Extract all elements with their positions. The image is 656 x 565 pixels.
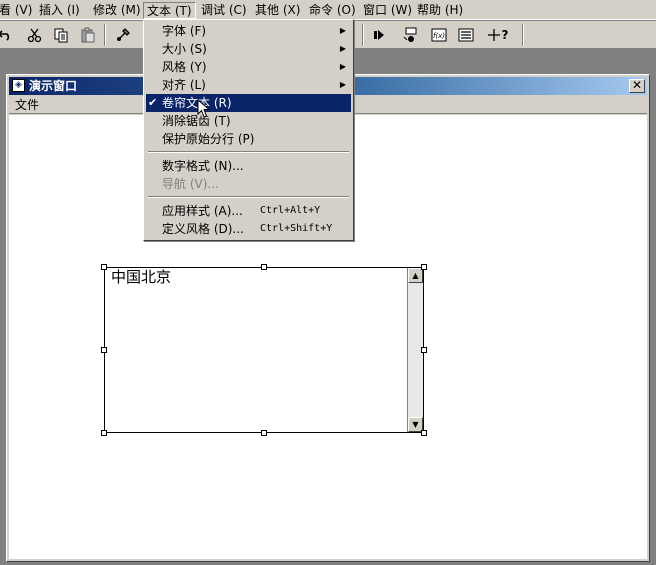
function-icon[interactable]: f(x)	[428, 25, 450, 45]
selection-handle[interactable]	[101, 264, 107, 270]
menu-debug[interactable]: 调试 (C)	[198, 2, 250, 19]
text-menu-dropdown: 字体 (F) ▶ 大小 (S) ▶ 风格 (Y) ▶ 对齐 (L) ▶ ✔ 卷帘…	[143, 19, 354, 241]
selection-handle[interactable]	[261, 430, 267, 436]
selection-handle[interactable]	[261, 264, 267, 270]
menu-item-define-style[interactable]: 定义风格 (D)... Ctrl+Shift+Y	[146, 220, 351, 238]
menu-item-number-format[interactable]: 数字格式 (N)...	[146, 157, 351, 175]
toolbar-separator	[104, 24, 106, 46]
menu-item-style[interactable]: 风格 (Y) ▶	[146, 58, 351, 76]
submenu-arrow-icon: ▶	[339, 62, 346, 71]
menu-separator	[148, 196, 349, 198]
main-menubar: 看 (V) 插入 (I) 修改 (M) 文本 (T) 调试 (C) 其他 (X)…	[0, 0, 656, 20]
menu-text[interactable]: 文本 (T)	[143, 2, 196, 19]
menu-command[interactable]: 命令 (O)	[306, 2, 359, 19]
help-cursor-icon[interactable]: ?	[488, 25, 510, 45]
selection-handle[interactable]	[101, 347, 107, 353]
menu-item-font[interactable]: 字体 (F) ▶	[146, 22, 351, 40]
window-app-icon: ◈	[12, 79, 25, 92]
copy-icon[interactable]	[50, 25, 72, 45]
cut-icon[interactable]	[24, 25, 46, 45]
selection-handle[interactable]	[101, 430, 107, 436]
shortcut-label: Ctrl+Alt+Y	[260, 205, 321, 216]
submenu-arrow-icon: ▶	[339, 26, 346, 35]
svg-text:?: ?	[502, 28, 509, 42]
menu-item-apply-style[interactable]: 应用样式 (A)... Ctrl+Alt+Y	[146, 202, 351, 220]
window-title: 演示窗口	[29, 79, 78, 93]
menu-other[interactable]: 其他 (X)	[252, 2, 303, 19]
close-button[interactable]: ✕	[629, 79, 645, 93]
menu-item-navigate: 导航 (V)...	[162, 177, 219, 191]
text-field-content[interactable]: 中国北京	[111, 268, 171, 286]
menu-item-scrolling-text[interactable]: ✔ 卷帘文本 (R)	[146, 94, 351, 112]
submenu-arrow-icon: ▶	[339, 44, 346, 53]
paste-icon[interactable]	[77, 25, 99, 45]
mouse-cursor-icon	[197, 99, 211, 118]
menu-window[interactable]: 窗口 (W)	[360, 2, 415, 19]
list-icon[interactable]	[455, 25, 477, 45]
menu-help[interactable]: 帮助 (H)	[414, 2, 466, 19]
shortcut-label: Ctrl+Shift+Y	[260, 223, 333, 234]
checkmark-icon: ✔	[148, 96, 158, 109]
trace-icon[interactable]	[400, 25, 422, 45]
menu-insert[interactable]: 插入 (I)	[36, 2, 83, 19]
tool-icon[interactable]	[112, 25, 134, 45]
menu-modify[interactable]: 修改 (M)	[90, 2, 144, 19]
toolbar-separator	[522, 24, 524, 46]
selection-handle[interactable]	[421, 264, 427, 270]
undo-icon[interactable]	[0, 25, 16, 45]
window-menu-file[interactable]: 文件	[15, 97, 39, 113]
menu-separator	[148, 151, 349, 153]
menu-item-align[interactable]: 对齐 (L) ▶	[146, 76, 351, 94]
submenu-arrow-icon: ▶	[339, 80, 346, 89]
menu-item-anti-alias[interactable]: 消除锯齿 (T)	[146, 112, 351, 130]
selection-handle[interactable]	[421, 430, 427, 436]
selection-handle[interactable]	[421, 347, 427, 353]
svg-text:f(x): f(x)	[433, 32, 445, 40]
menu-item-size[interactable]: 大小 (S) ▶	[146, 40, 351, 58]
scroll-up-arrow-icon[interactable]: ▲	[408, 268, 423, 283]
toolbar-separator	[362, 24, 364, 46]
scrolling-text-field[interactable]: 中国北京 ▲ ▼	[104, 267, 424, 433]
menu-view[interactable]: 看 (V)	[0, 2, 35, 19]
menu-item-preserve-line-breaks[interactable]: 保护原始分行 (P)	[146, 130, 351, 148]
step-icon[interactable]	[368, 25, 390, 45]
